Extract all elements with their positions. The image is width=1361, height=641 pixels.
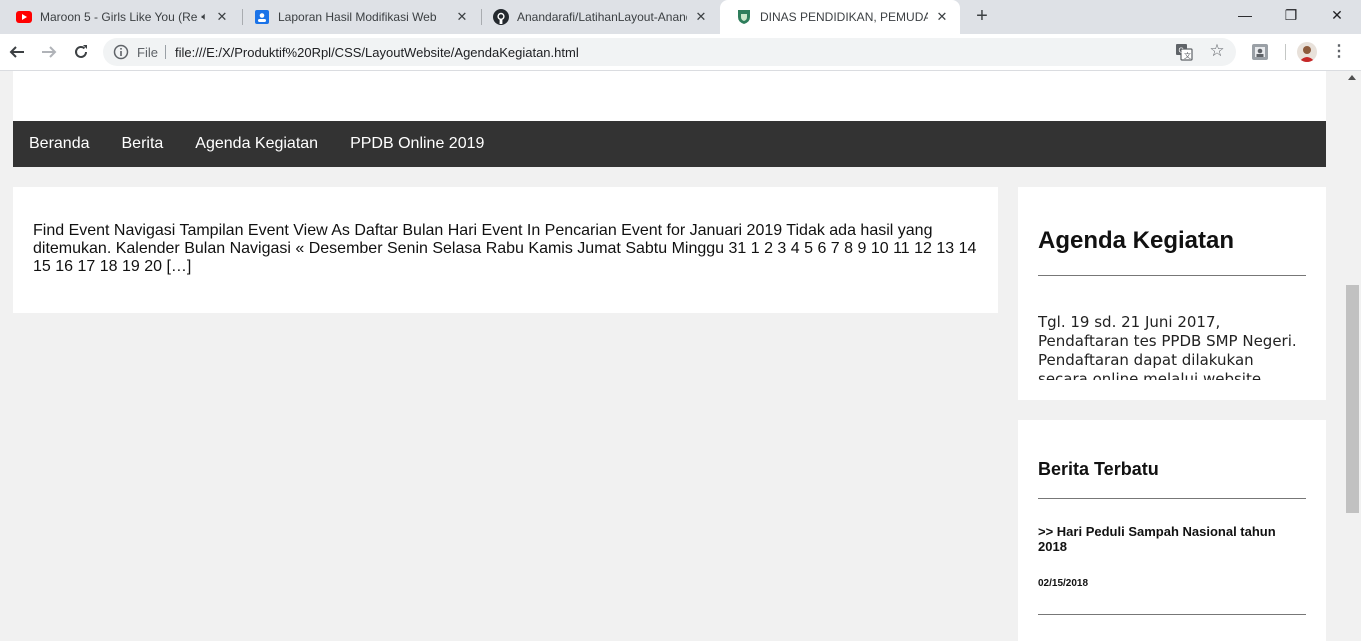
page-scrollbar[interactable] — [1344, 71, 1361, 641]
browser-tab-strip: Maroon 5 - Girls Like You (Re 🔈︎ ✕ Lapor… — [0, 0, 1361, 34]
youtube-icon — [16, 9, 32, 25]
forward-arrow-icon — [42, 46, 57, 58]
bookmark-star-icon[interactable]: ☆ — [1207, 41, 1227, 61]
omnibox-divider — [165, 45, 166, 59]
close-tab-icon[interactable]: ✕ — [693, 9, 709, 25]
sidebar-berita-card: Berita Terbatu >> Hari Peduli Sampah Nas… — [1018, 420, 1326, 641]
profile-avatar[interactable] — [1297, 42, 1317, 62]
new-tab-button[interactable]: + — [970, 5, 994, 29]
close-tab-icon[interactable]: ✕ — [934, 9, 950, 25]
restore-button[interactable]: ❐ — [1268, 0, 1314, 32]
browser-menu-icon[interactable]: ⋮ — [1329, 42, 1349, 62]
toolbar-separator — [1285, 44, 1286, 60]
divider — [1038, 498, 1306, 499]
main-content-card: Find Event Navigasi Tampilan Event View … — [13, 187, 998, 313]
tab-title: Laporan Hasil Modifikasi Web — [278, 10, 437, 24]
back-button[interactable] — [5, 40, 29, 64]
tab-title: DINAS PENDIDIKAN, PEMUDA DA — [760, 10, 928, 24]
info-icon[interactable] — [113, 44, 129, 60]
minimize-button[interactable]: — — [1222, 0, 1268, 32]
site-header — [13, 71, 1326, 121]
forward-button[interactable] — [37, 40, 61, 64]
page-viewport: Beranda Berita Agenda Kegiatan PPDB Onli… — [0, 71, 1344, 641]
event-calendar-text: Find Event Navigasi Tampilan Event View … — [33, 222, 977, 275]
berita-title: Berita Terbatu — [1038, 459, 1159, 479]
nav-berita[interactable]: Berita — [106, 135, 180, 153]
close-window-button[interactable]: ✕ — [1314, 0, 1360, 32]
address-bar[interactable]: File file:///E:/X/Produktif%20Rpl/CSS/La… — [103, 38, 1236, 66]
back-arrow-icon — [9, 46, 24, 58]
scheme-label: File — [137, 45, 158, 60]
reload-icon — [75, 45, 87, 58]
google-docs-icon — [254, 9, 270, 25]
agenda-title: Agenda Kegiatan — [1038, 227, 1235, 254]
divider — [1038, 275, 1306, 276]
translate-icon[interactable]: G文 — [1175, 43, 1193, 61]
browser-toolbar: File file:///E:/X/Produktif%20Rpl/CSS/La… — [0, 34, 1361, 71]
tab-title: Anandarafi/LatihanLayout-Anand — [517, 10, 687, 24]
nav-agenda-kegiatan[interactable]: Agenda Kegiatan — [179, 135, 334, 153]
berita-item-date: 02/15/2018 — [1038, 578, 1089, 589]
tab-youtube[interactable]: Maroon 5 - Girls Like You (Re 🔈︎ ✕ — [0, 0, 240, 34]
divider — [1038, 614, 1306, 615]
close-tab-icon[interactable]: ✕ — [214, 9, 230, 25]
reload-button[interactable] — [69, 40, 93, 64]
scroll-up-arrow-icon[interactable] — [1348, 75, 1356, 80]
berita-item-link[interactable]: >> Hari Peduli Sampah Nasional tahun 201… — [1038, 524, 1306, 554]
tab-laporan[interactable]: Laporan Hasil Modifikasi Web ✕ — [238, 0, 480, 34]
scrollbar-thumb[interactable] — [1346, 285, 1359, 513]
extension-icon[interactable] — [1251, 43, 1269, 61]
site-shield-icon — [736, 9, 752, 25]
tab-title: Maroon 5 - Girls Like You (Re — [40, 10, 198, 24]
nav-beranda[interactable]: Beranda — [13, 135, 106, 153]
tab-github[interactable]: Anandarafi/LatihanLayout-Anand ✕ — [477, 0, 719, 34]
agenda-text: Tgl. 19 sd. 21 Juni 2017, Pendaftaran te… — [1038, 313, 1297, 380]
tab-dinas-pendidikan[interactable]: DINAS PENDIDIKAN, PEMUDA DA ✕ — [720, 0, 960, 34]
url-text[interactable]: file:///E:/X/Produktif%20Rpl/CSS/LayoutW… — [175, 45, 579, 60]
nav-ppdb-online[interactable]: PPDB Online 2019 — [334, 135, 500, 153]
svg-text:文: 文 — [1184, 51, 1191, 60]
speaker-icon[interactable]: 🔈︎ — [201, 11, 208, 24]
github-icon — [493, 9, 509, 25]
main-navbar: Beranda Berita Agenda Kegiatan PPDB Onli… — [13, 121, 1326, 167]
close-tab-icon[interactable]: ✕ — [454, 9, 470, 25]
sidebar-agenda-card: Agenda Kegiatan Tgl. 19 sd. 21 Juni 2017… — [1018, 187, 1326, 400]
